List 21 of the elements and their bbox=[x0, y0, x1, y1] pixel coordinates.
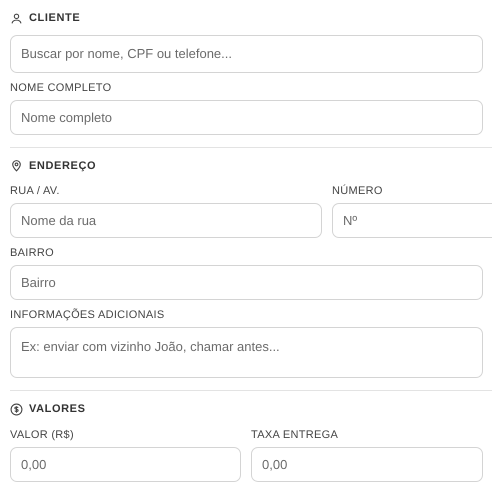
section-title: ENDEREÇO bbox=[29, 158, 96, 174]
section-title: VALORES bbox=[29, 402, 86, 417]
field-label: RUA / AV. bbox=[10, 184, 61, 198]
user-icon bbox=[10, 12, 23, 25]
field-label: INFORMAÇÕES ADICIONAIS bbox=[10, 308, 166, 322]
field-label: NOME COMPLETO bbox=[10, 80, 112, 94]
input-field[interactable]: 0,00 bbox=[251, 446, 483, 482]
input-field[interactable]: Nº bbox=[332, 203, 492, 238]
input-field[interactable]: Bairro bbox=[10, 265, 483, 300]
section-title: CLIENTE bbox=[29, 11, 80, 26]
field-label: NÚMERO bbox=[332, 184, 384, 198]
field-label: BAIRRO bbox=[10, 246, 55, 260]
search-field[interactable]: Buscar por nome, CPF ou telefone... bbox=[10, 34, 483, 72]
input-field[interactable]: Nome completo bbox=[10, 100, 483, 134]
text-area[interactable]: Ex: enviar com vizinho João, chamar antes... bbox=[10, 327, 483, 378]
field-label: TAXA ENTREGA bbox=[251, 428, 340, 442]
field-label: VALOR (R$) bbox=[10, 428, 75, 442]
location-pin-icon bbox=[10, 159, 23, 172]
input-field[interactable]: 0,00 bbox=[10, 446, 241, 482]
input-field[interactable]: Nome da rua bbox=[10, 203, 322, 238]
dollar-icon bbox=[10, 402, 23, 416]
